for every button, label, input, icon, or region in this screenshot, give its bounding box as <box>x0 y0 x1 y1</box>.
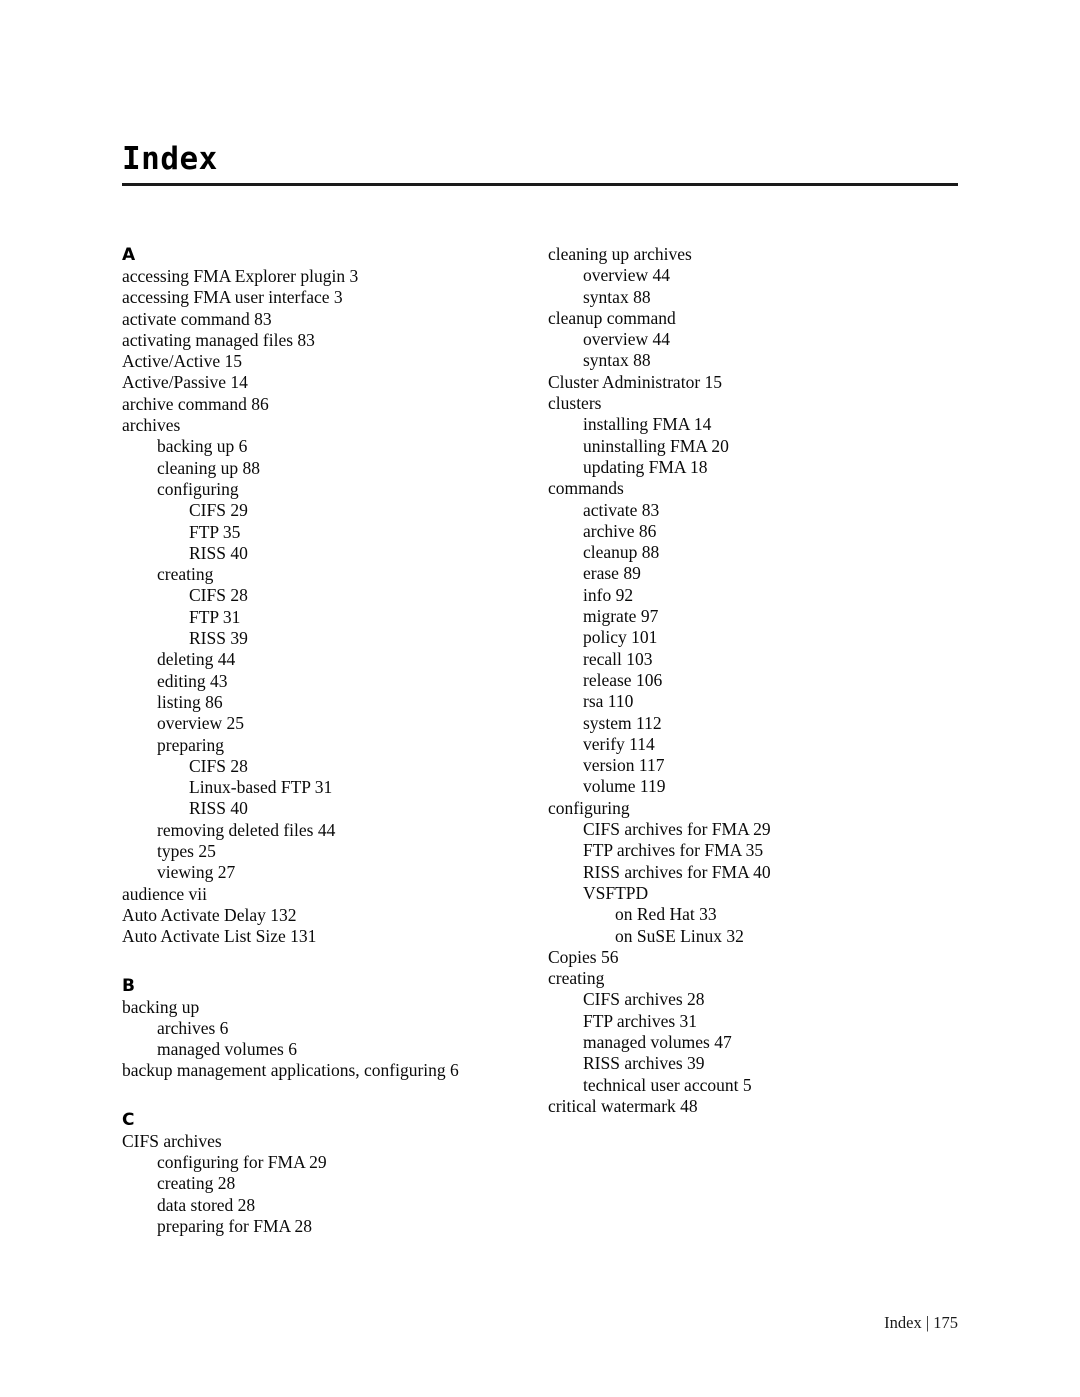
index-entry: migrate 97 <box>583 606 659 627</box>
index-entry: overview 44 <box>583 265 670 286</box>
index-entry: overview 25 <box>157 713 244 734</box>
index-entry: VSFTPD <box>583 882 649 903</box>
index-entry: archive 86 <box>583 520 657 541</box>
index-entry: on Red Hat 33 <box>615 904 717 925</box>
index-entry: preparing <box>157 734 225 755</box>
index-entry: types 25 <box>157 841 216 862</box>
index-entry: preparing for FMA 28 <box>157 1215 313 1236</box>
index-entry: CIFS 29 <box>189 500 248 521</box>
index-entry: Active/Passive 14 <box>122 372 248 393</box>
index-entry: release 106 <box>583 669 663 690</box>
index-entry: archives <box>122 415 181 436</box>
page-title: Index <box>122 141 218 177</box>
index-entry: activate 83 <box>583 499 660 520</box>
index-entry: archives 6 <box>157 1017 229 1038</box>
index-entry: configuring for FMA 29 <box>157 1151 327 1172</box>
index-entry: RISS archives for FMA 40 <box>583 861 771 882</box>
index-entry: viewing 27 <box>157 862 236 883</box>
index-column-left: Aaccessing FMA Explorer plugin 3 accessin… <box>122 244 522 1237</box>
section-letter-heading: C <box>122 1109 135 1130</box>
index-entry: RISS archives 39 <box>583 1053 705 1074</box>
title-divider <box>122 183 958 186</box>
index-entry: critical watermark 48 <box>548 1095 698 1116</box>
index-entry: policy 101 <box>583 627 658 648</box>
index-entry: cleaning up 88 <box>157 457 261 478</box>
index-entry: listing 86 <box>157 691 223 712</box>
index-entry: managed volumes 47 <box>583 1031 732 1052</box>
index-entry: version 117 <box>583 755 665 776</box>
index-entry: creating <box>157 564 214 585</box>
index-entry: rsa 110 <box>583 691 634 712</box>
index-entry: Auto Activate List Size 131 <box>122 926 317 947</box>
index-entry: configuring <box>157 478 239 499</box>
index-column-right: cleaning up archives overview 44 syntax 88… <box>548 244 958 1117</box>
index-entry: accessing FMA Explorer plugin 3 <box>122 266 359 286</box>
index-entry: creating <box>548 968 605 989</box>
index-entry: backup management applications, configur… <box>122 1060 459 1081</box>
index-entry: Linux-based FTP 31 <box>189 777 333 798</box>
index-entry: RISS 40 <box>189 542 248 563</box>
index-entry: activate command 83 <box>122 308 272 329</box>
index-entry: deleting 44 <box>157 649 236 670</box>
index-entry: erase 89 <box>583 563 641 584</box>
index-entry: cleaning up archives <box>548 244 692 264</box>
index-entry: info 92 <box>583 584 634 605</box>
section-letter-heading: A <box>122 245 136 265</box>
title-block: Index <box>122 141 958 186</box>
index-entry: RISS 40 <box>189 798 248 819</box>
index-entry: archive command 86 <box>122 393 269 414</box>
index-entry: cleanup 88 <box>583 542 660 563</box>
index-entry: RISS 39 <box>189 628 248 649</box>
index-entry: Auto Activate Delay 132 <box>122 904 297 925</box>
index-entry: clusters <box>548 393 602 414</box>
index-entry: FTP archives 31 <box>583 1010 698 1031</box>
index-entry: Active/Active 15 <box>122 351 243 372</box>
index-entry: editing 43 <box>157 670 228 691</box>
index-entry: installing FMA 14 <box>583 414 712 435</box>
index-entry: accessing FMA user interface 3 <box>122 287 343 308</box>
index-entry: FTP archives for FMA 35 <box>583 840 764 861</box>
index-entry: syntax 88 <box>583 286 651 307</box>
index-entry: verify 114 <box>583 733 655 754</box>
index-entry: data stored 28 <box>157 1194 256 1215</box>
page-footer: Index | 175 <box>884 1313 958 1332</box>
index-entry: volume 119 <box>583 776 666 797</box>
index-entry: uninstalling FMA 20 <box>583 435 729 456</box>
index-entry: cleanup command <box>548 307 676 328</box>
index-entry: CIFS 28 <box>189 585 248 606</box>
index-entry: CIFS archives for FMA 29 <box>583 819 771 840</box>
index-entry: backing up 6 <box>157 436 248 457</box>
index-entry: configuring <box>548 797 630 818</box>
index-entry: FTP 35 <box>189 521 241 542</box>
index-entry: backing up <box>122 996 200 1017</box>
index-entry: CIFS archives <box>122 1130 222 1151</box>
index-entry: recall 103 <box>583 648 653 669</box>
index-entry: CIFS 28 <box>189 755 248 776</box>
index-entry: creating 28 <box>157 1173 236 1194</box>
index-entry: on SuSE Linux 32 <box>615 925 744 946</box>
index-entry: updating FMA 18 <box>583 456 708 477</box>
index-entry: Copies 56 <box>548 946 619 967</box>
index-entry: system 112 <box>583 712 662 733</box>
index-entry: technical user account 5 <box>583 1074 752 1095</box>
index-entry: managed volumes 6 <box>157 1039 297 1060</box>
section-letter-heading: B <box>122 975 135 996</box>
index-entry: CIFS archives 28 <box>583 989 705 1010</box>
index-entry: Cluster Administrator 15 <box>548 371 723 392</box>
index-page: Index Aaccessing FMA Explorer plugin 3 ac… <box>0 0 1080 1397</box>
index-entry: FTP 31 <box>189 606 241 627</box>
index-entry: commands <box>548 478 624 499</box>
index-entry: removing deleted files 44 <box>157 819 336 840</box>
index-entry: syntax 88 <box>583 350 651 371</box>
index-entry: activating managed files 83 <box>122 329 315 350</box>
index-entry: overview 44 <box>583 329 670 350</box>
index-entry: audience vii <box>122 883 208 904</box>
